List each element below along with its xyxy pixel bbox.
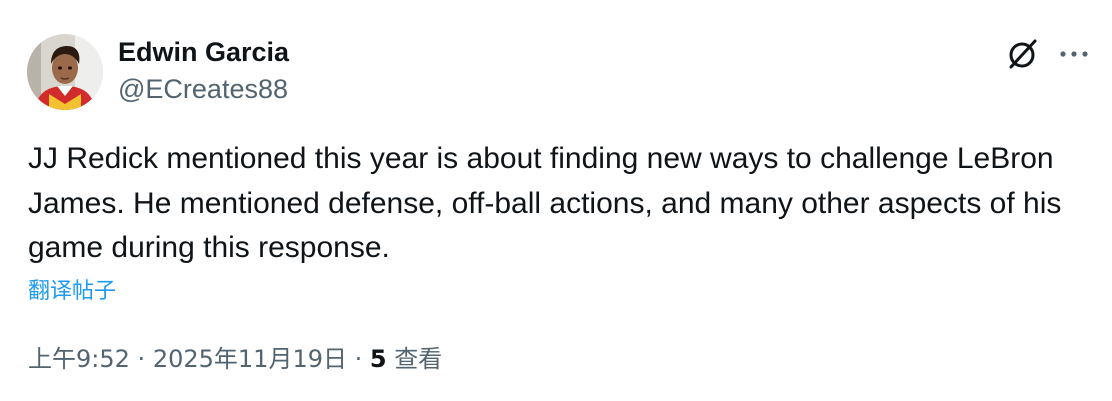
meta-separator: · bbox=[354, 345, 363, 373]
avatar[interactable] bbox=[27, 34, 103, 110]
more-horizontal-icon[interactable] bbox=[1056, 36, 1092, 72]
tweet-date[interactable]: 2025年11月19日 bbox=[153, 345, 347, 373]
views-label: 查看 bbox=[394, 345, 443, 373]
tweet-meta: 上午9:52 · 2025年11月19日 · 5 查看 bbox=[28, 343, 442, 375]
slashed-circle-icon[interactable] bbox=[1004, 36, 1040, 72]
tweet-text: JJ Redick mentioned this year is about f… bbox=[28, 142, 1062, 264]
author-display-name[interactable]: Edwin Garcia bbox=[118, 36, 289, 68]
meta-separator: · bbox=[137, 345, 146, 373]
translate-post-link[interactable]: 翻译帖子 bbox=[28, 278, 116, 306]
views-count: 5 bbox=[369, 345, 387, 373]
tweet-card: Edwin Garcia @ECreates88 JJ Redick menti… bbox=[0, 0, 1112, 401]
author-handle[interactable]: @ECreates88 bbox=[118, 73, 288, 105]
tweet-time[interactable]: 上午9:52 bbox=[28, 345, 130, 373]
avatar-image bbox=[27, 34, 103, 110]
